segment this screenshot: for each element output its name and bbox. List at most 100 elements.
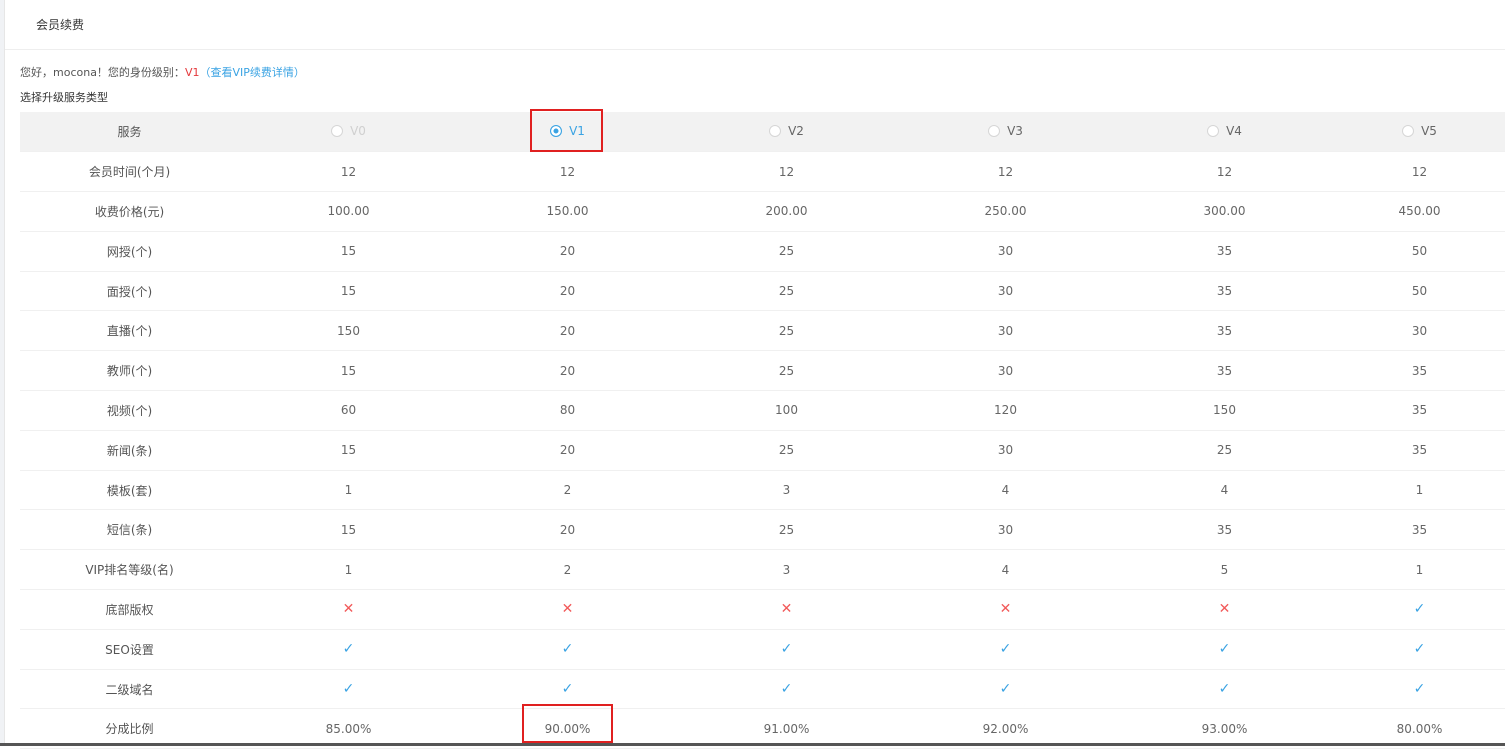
table-cell: 30 — [896, 351, 1115, 391]
table-cell: 450.00 — [1334, 192, 1505, 232]
table-cell: 150 — [239, 311, 458, 351]
check-icon: ✓ — [562, 641, 574, 657]
table-cell: 20 — [458, 351, 677, 391]
radio-circle-icon — [988, 125, 1000, 137]
table-cell: 120 — [896, 391, 1115, 431]
row-label: 网授(个) — [20, 231, 239, 271]
table-cell: 20 — [458, 311, 677, 351]
current-level: V1 — [185, 66, 200, 79]
table-cell: 250.00 — [896, 192, 1115, 232]
table-row: 新闻(条)152025302535 — [20, 430, 1505, 470]
table-cell: ✓ — [1334, 629, 1505, 669]
vip-details-link[interactable]: （查看VIP续费详情） — [199, 66, 304, 79]
table-header-row: 服务 V0 V1 V2 — [20, 112, 1505, 152]
radio-circle-icon — [331, 125, 343, 137]
table-cell: 1 — [239, 470, 458, 510]
cross-icon: ✕ — [343, 601, 355, 617]
table-row: 会员时间(个月)121212121212 — [20, 152, 1505, 192]
table-cell: 30 — [896, 430, 1115, 470]
table-cell: 50 — [1334, 271, 1505, 311]
table-cell: 30 — [896, 271, 1115, 311]
row-label: 模板(套) — [20, 470, 239, 510]
table-cell: 50 — [1334, 231, 1505, 271]
table-cell: 4 — [896, 470, 1115, 510]
table-cell: ✓ — [1115, 629, 1334, 669]
level-radio-v5[interactable]: V5 — [1402, 124, 1437, 138]
row-label: 会员时间(个月) — [20, 152, 239, 192]
section-subtitle: 选择升级服务类型 — [20, 89, 108, 105]
check-icon: ✓ — [343, 681, 355, 697]
table-cell: 1 — [1334, 550, 1505, 590]
table-cell: ✓ — [239, 669, 458, 709]
check-icon: ✓ — [1219, 681, 1231, 697]
table-cell: 35 — [1334, 430, 1505, 470]
table-cell: 35 — [1334, 351, 1505, 391]
table-cell: 35 — [1115, 351, 1334, 391]
row-label: SEO设置 — [20, 629, 239, 669]
level-radio-v2[interactable]: V2 — [769, 124, 804, 138]
table-cell: ✓ — [458, 669, 677, 709]
table-cell: 30 — [896, 510, 1115, 550]
table-cell: 35 — [1115, 271, 1334, 311]
table-cell: 25 — [1115, 430, 1334, 470]
level-radio-v4[interactable]: V4 — [1207, 124, 1242, 138]
table-row: 二级域名✓✓✓✓✓✓ — [20, 669, 1505, 709]
table-cell: 80 — [458, 391, 677, 431]
table-cell: ✓ — [1334, 590, 1505, 630]
level-radio-v3[interactable]: V3 — [988, 124, 1023, 138]
check-icon: ✓ — [343, 641, 355, 657]
table-cell: 4 — [896, 550, 1115, 590]
radio-circle-icon — [1402, 125, 1414, 137]
table-cell: 35 — [1334, 391, 1505, 431]
table-cell: ✕ — [677, 590, 896, 630]
cross-icon: ✕ — [1000, 601, 1012, 617]
table-cell: 25 — [677, 430, 896, 470]
page-header: 会员续费 — [5, 0, 1505, 50]
table-row: 教师(个)152025303535 — [20, 351, 1505, 391]
table-row: 底部版权✕✕✕✕✕✓ — [20, 590, 1505, 630]
table-cell: 3 — [677, 550, 896, 590]
table-cell: ✓ — [896, 669, 1115, 709]
table-cell: 3 — [677, 470, 896, 510]
check-icon: ✓ — [1414, 681, 1426, 697]
table-row: 视频(个)608010012015035 — [20, 391, 1505, 431]
table-cell: 300.00 — [1115, 192, 1334, 232]
table-row: 面授(个)152025303550 — [20, 271, 1505, 311]
greeting-line: 您好，mocona！您的身份级别：V1（查看VIP续费详情） — [20, 64, 305, 80]
row-label: 二级域名 — [20, 669, 239, 709]
check-icon: ✓ — [562, 681, 574, 697]
check-icon: ✓ — [781, 641, 793, 657]
table-cell: 150 — [1115, 391, 1334, 431]
table-cell: 35 — [1115, 510, 1334, 550]
check-icon: ✓ — [1414, 601, 1426, 617]
table-cell: 2 — [458, 470, 677, 510]
table-cell: 12 — [1334, 152, 1505, 192]
table-cell: ✓ — [1334, 669, 1505, 709]
row-label: 面授(个) — [20, 271, 239, 311]
table-cell: 20 — [458, 510, 677, 550]
level-radio-v1[interactable]: V1 — [550, 124, 585, 138]
table-row: 直播(个)1502025303530 — [20, 311, 1505, 351]
table-cell: 200.00 — [677, 192, 896, 232]
table-cell: 15 — [239, 271, 458, 311]
table-cell: 12 — [458, 152, 677, 192]
table-cell: 12 — [239, 152, 458, 192]
radio-circle-icon — [1207, 125, 1219, 137]
table-row: SEO设置 ✓ ✓ ✓ ✓ ✓ ✓ — [20, 629, 1505, 669]
table-cell: ✓ — [458, 629, 677, 669]
table-cell: ✓ — [896, 629, 1115, 669]
table-cell: 15 — [239, 351, 458, 391]
page-title: 会员续费 — [36, 16, 84, 33]
level-radio-v0[interactable]: V0 — [331, 124, 366, 138]
table-row: 模板(套)123441 — [20, 470, 1505, 510]
table-cell: 1 — [239, 550, 458, 590]
check-icon: ✓ — [1219, 641, 1231, 657]
check-icon: ✓ — [1000, 681, 1012, 697]
table-cell: ✓ — [677, 629, 896, 669]
table-cell: 25 — [677, 231, 896, 271]
row-label: 视频(个) — [20, 391, 239, 431]
row-label: 直播(个) — [20, 311, 239, 351]
table-cell: 4 — [1115, 470, 1334, 510]
table-cell: 25 — [677, 271, 896, 311]
table-cell: ✕ — [239, 590, 458, 630]
